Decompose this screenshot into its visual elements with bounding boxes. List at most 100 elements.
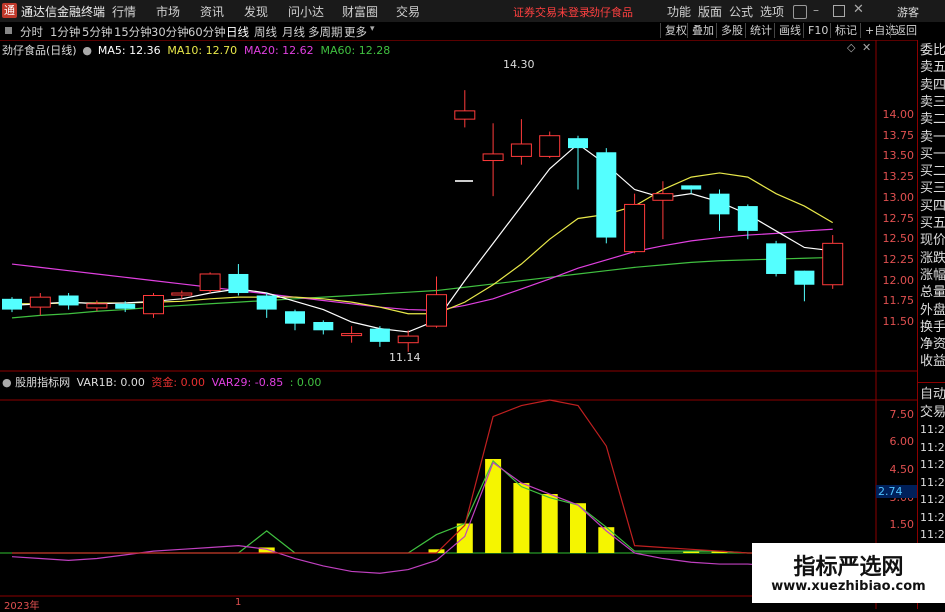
watermark: 指标严选网 www.xuezhibiao.com: [752, 543, 945, 603]
quote-field-label: 买五: [920, 216, 945, 231]
ma20-label: MA20: 12.62: [243, 44, 314, 57]
var1b-label: VAR1B: 0.00: [76, 376, 145, 389]
trade-tick-label: 11:27: [920, 458, 945, 471]
price-tick-label: 12.75: [882, 211, 915, 225]
quote-field-label: 外盘: [920, 302, 945, 318]
tail-label: : 0.00: [289, 376, 322, 389]
candle: [568, 135, 588, 190]
candle: [454, 90, 476, 128]
candle: [482, 123, 504, 197]
price-tick-label: 12.00: [882, 273, 915, 287]
trade-tick-label: 11:28: [920, 493, 945, 506]
sub-bar: [541, 494, 558, 553]
candle: [596, 148, 617, 244]
panel-divider: [918, 382, 945, 383]
quote-field-label: 卖三: [920, 94, 945, 110]
ma10-label: MA10: 12.70: [167, 44, 238, 57]
quote-field-label: 收益: [920, 354, 945, 370]
quote-field-label: 涨跌: [920, 250, 945, 266]
green-curve: [12, 459, 833, 554]
candle: [397, 330, 419, 352]
dash-marker: [455, 180, 473, 182]
candle: [313, 320, 334, 335]
main-header: 劲仔食品(日线) ● MA5: 12.36 MA10: 12.70 MA20: …: [2, 42, 390, 58]
sub-tick-label: 1.50: [889, 518, 915, 532]
candle: [737, 204, 758, 240]
quote-field-label: 买三: [920, 181, 945, 197]
quote-field-label: 总量: [920, 285, 945, 301]
low-price-label: 11.14: [389, 351, 421, 364]
quote-field-label: 卖二: [920, 112, 945, 128]
ma5-line: [11, 143, 833, 333]
candle: [285, 309, 305, 331]
sub-tick-label: 4.50: [889, 463, 915, 477]
settings-circle-icon[interactable]: ●: [82, 44, 92, 57]
candle: [143, 293, 164, 318]
quote-field-label: 卖一: [920, 129, 945, 145]
candle: [426, 276, 447, 328]
price-tick-label: 13.75: [882, 128, 915, 142]
price-tick-label: 11.75: [882, 294, 915, 308]
price-tick-label: 12.50: [882, 232, 915, 246]
price-tick-label: 13.00: [882, 190, 915, 204]
ma60-label: MA60: 12.28: [320, 44, 391, 57]
candle: [539, 131, 561, 159]
sub-value-marker: 2.74: [876, 485, 918, 498]
quote-panel: 委比 卖五 卖四 卖三 卖二 卖一 买一 买二 买三 买四 买五 现价 涨跌 涨幅 总量 外盘 换手 净资 收益 自…: [917, 40, 945, 609]
quote-field-label: 涨幅: [920, 267, 945, 283]
trade-tick-label: 11:28: [920, 510, 945, 524]
candle: [766, 240, 787, 277]
time-axis-start: 2023年: [4, 601, 40, 612]
watermark-url: www.xuezhibiao.com: [771, 579, 926, 594]
zijin-value: 0.00: [180, 376, 206, 389]
candle: [2, 297, 22, 313]
sub-indicator-name: 股朋指标网: [15, 376, 71, 389]
sub-bar: [456, 523, 473, 553]
quote-field-label: 现价: [920, 233, 945, 249]
trade-tick-label: 交易: [920, 404, 945, 420]
candle: [256, 293, 277, 318]
purple-curve: [11, 461, 833, 574]
close-panel-icon[interactable]: ✕: [862, 41, 871, 54]
sub-tick-label: 6.00: [889, 435, 915, 449]
chart-stock-name: 劲仔食品(日线): [2, 44, 77, 57]
candle: [822, 235, 844, 289]
time-axis-mid: 1: [235, 597, 242, 608]
trade-tick-label: 11:28: [920, 528, 945, 541]
candle: [510, 119, 532, 165]
candle: [681, 185, 702, 194]
candle: [652, 181, 674, 240]
trade-tick-label: 11:27: [920, 423, 945, 436]
quote-field-label: 委比: [920, 43, 945, 58]
sub-bar: [513, 482, 530, 553]
candle: [86, 300, 108, 312]
quote-field-label: 换手: [920, 319, 945, 335]
quote-field-label: 卖五: [920, 60, 945, 76]
price-tick-label: 13.25: [882, 170, 915, 184]
candle: [58, 293, 79, 310]
var29-label: VAR29: -0.85: [211, 376, 284, 389]
zijin-label: 资金:: [151, 376, 178, 389]
price-tick-label: 12.25: [882, 252, 915, 266]
candle: [29, 293, 51, 316]
candle: [794, 270, 815, 302]
candle: [709, 189, 730, 231]
red-curve: [12, 399, 833, 554]
price-tick-label: 11.50: [882, 315, 915, 328]
candle: [199, 272, 221, 294]
price-tick-label: 14.00: [882, 108, 915, 121]
sub-settings-icon[interactable]: ●: [2, 376, 12, 389]
quote-field-label: 买二: [920, 164, 945, 180]
candle: [369, 326, 390, 347]
quote-field-label: 净资: [920, 337, 945, 353]
sub-tick-label: 7.50: [889, 407, 915, 421]
ma20-line: [11, 228, 833, 312]
kline-chart[interactable]: [0, 0, 945, 609]
trade-tick-label: 11:27: [920, 440, 945, 454]
quote-field-label: 买一: [920, 146, 945, 162]
diamond-icon[interactable]: ◇: [847, 41, 855, 54]
candle: [228, 264, 249, 296]
watermark-title: 指标严选网: [793, 555, 904, 580]
quote-field-label: 买四: [920, 198, 945, 214]
high-price-label: 14.30: [503, 58, 535, 71]
